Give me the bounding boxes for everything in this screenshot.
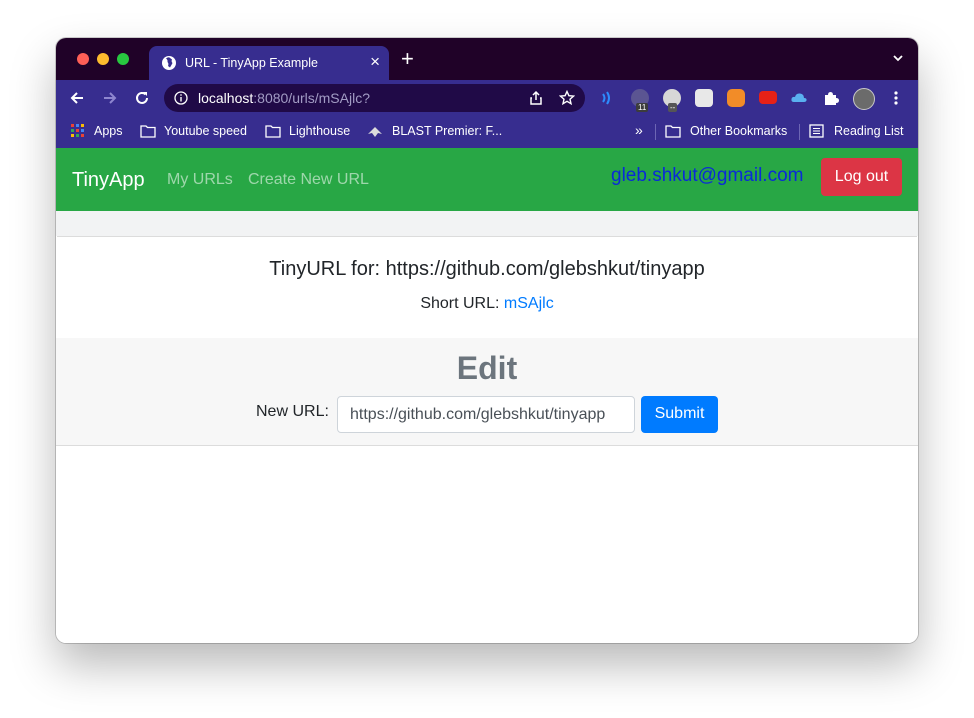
new-url-input[interactable] bbox=[337, 396, 635, 433]
short-url-link[interactable]: mSAjlc bbox=[504, 295, 554, 312]
short-url-line: Short URL: mSAjlc bbox=[57, 295, 917, 313]
apps-grid-icon[interactable] bbox=[70, 124, 86, 138]
bookmark-lighthouse[interactable]: Lighthouse bbox=[289, 124, 350, 138]
browser-window: URL - TinyApp Example × + localhost:8080… bbox=[56, 38, 918, 643]
globe-icon bbox=[162, 56, 176, 70]
site-info-icon[interactable] bbox=[174, 91, 188, 105]
url-path: :8080/urls/mSAjlc? bbox=[253, 90, 370, 106]
forward-arrow-icon[interactable] bbox=[101, 89, 119, 107]
url-text: localhost:8080/urls/mSAjlc? bbox=[198, 90, 370, 106]
share-icon[interactable] bbox=[528, 90, 544, 106]
new-url-label: New URL: bbox=[256, 403, 329, 420]
minimize-window-button[interactable] bbox=[97, 53, 109, 65]
reading-list-icon bbox=[809, 124, 824, 138]
bookmark-apps[interactable]: Apps bbox=[94, 124, 123, 138]
reading-list[interactable]: Reading List bbox=[834, 124, 904, 138]
puzzle-icon[interactable] bbox=[822, 89, 840, 107]
folder-icon bbox=[665, 125, 681, 138]
bookmarks-overflow-chevron[interactable]: » bbox=[635, 122, 643, 138]
short-url-label: Short URL: bbox=[420, 295, 504, 312]
blast-icon bbox=[368, 127, 382, 137]
other-bookmarks[interactable]: Other Bookmarks bbox=[690, 124, 787, 138]
tab-strip: URL - TinyApp Example × + bbox=[56, 38, 918, 80]
bookmark-blast-premier[interactable]: BLAST Premier: F... bbox=[392, 124, 502, 138]
back-arrow-icon[interactable] bbox=[68, 89, 86, 107]
bookmark-star-icon[interactable] bbox=[559, 90, 575, 106]
extension-badge-count: 11 bbox=[636, 103, 649, 112]
cloud-icon[interactable] bbox=[790, 89, 808, 107]
extension-badge-icon[interactable]: 11 bbox=[631, 89, 649, 112]
address-bar[interactable]: localhost:8080/urls/mSAjlc? bbox=[164, 84, 585, 112]
content-spacer bbox=[56, 211, 918, 236]
nav-my-urls[interactable]: My URLs bbox=[167, 171, 233, 189]
tab-active[interactable]: URL - TinyApp Example × bbox=[149, 46, 389, 80]
close-window-button[interactable] bbox=[77, 53, 89, 65]
url-host: localhost bbox=[198, 90, 254, 106]
bookmark-youtube-speed[interactable]: Youtube speed bbox=[164, 124, 247, 138]
youtube-forward-icon[interactable] bbox=[759, 91, 777, 104]
edit-section: Edit New URL: Submit bbox=[56, 338, 918, 446]
folder-icon bbox=[265, 125, 281, 138]
folder-icon bbox=[140, 125, 156, 138]
close-tab-icon[interactable]: × bbox=[370, 53, 380, 71]
reload-icon[interactable] bbox=[133, 89, 151, 107]
brand-link[interactable]: TinyApp bbox=[72, 169, 145, 192]
wifi-extension-icon[interactable] bbox=[598, 89, 616, 107]
url-card: TinyURL for: https://github.com/glebshku… bbox=[57, 236, 917, 339]
profile-avatar[interactable] bbox=[853, 88, 875, 110]
extension-tile-icon[interactable] bbox=[695, 89, 713, 107]
card-title: TinyURL for: https://github.com/glebshku… bbox=[269, 258, 705, 280]
extension-gray-badge: -- bbox=[668, 103, 678, 112]
kebab-menu-icon[interactable] bbox=[887, 89, 905, 107]
submit-button[interactable]: Submit bbox=[641, 396, 718, 433]
tab-title: URL - TinyApp Example bbox=[185, 56, 318, 70]
extension-gray-icon[interactable]: -- bbox=[663, 89, 681, 112]
bookmarks-divider bbox=[799, 124, 800, 140]
metamask-icon[interactable] bbox=[727, 89, 745, 107]
new-tab-button[interactable]: + bbox=[401, 48, 414, 70]
bookmarks-divider bbox=[655, 124, 656, 140]
maximize-window-button[interactable] bbox=[117, 53, 129, 65]
tab-search-chevron-icon[interactable] bbox=[892, 52, 904, 64]
bookmarks-bar: Apps Youtube speed Lighthouse BLAST Prem… bbox=[56, 116, 918, 148]
page-content: TinyApp My URLs Create New URL gleb.shku… bbox=[56, 148, 918, 643]
app-navbar: TinyApp My URLs Create New URL gleb.shku… bbox=[56, 148, 918, 211]
nav-create-new-url[interactable]: Create New URL bbox=[248, 171, 369, 189]
browser-toolbar: localhost:8080/urls/mSAjlc? 11 -- bbox=[56, 80, 918, 116]
user-email: gleb.shkut@gmail.com bbox=[611, 165, 804, 186]
edit-heading: Edit bbox=[456, 350, 518, 386]
logout-button[interactable]: Log out bbox=[821, 158, 902, 196]
